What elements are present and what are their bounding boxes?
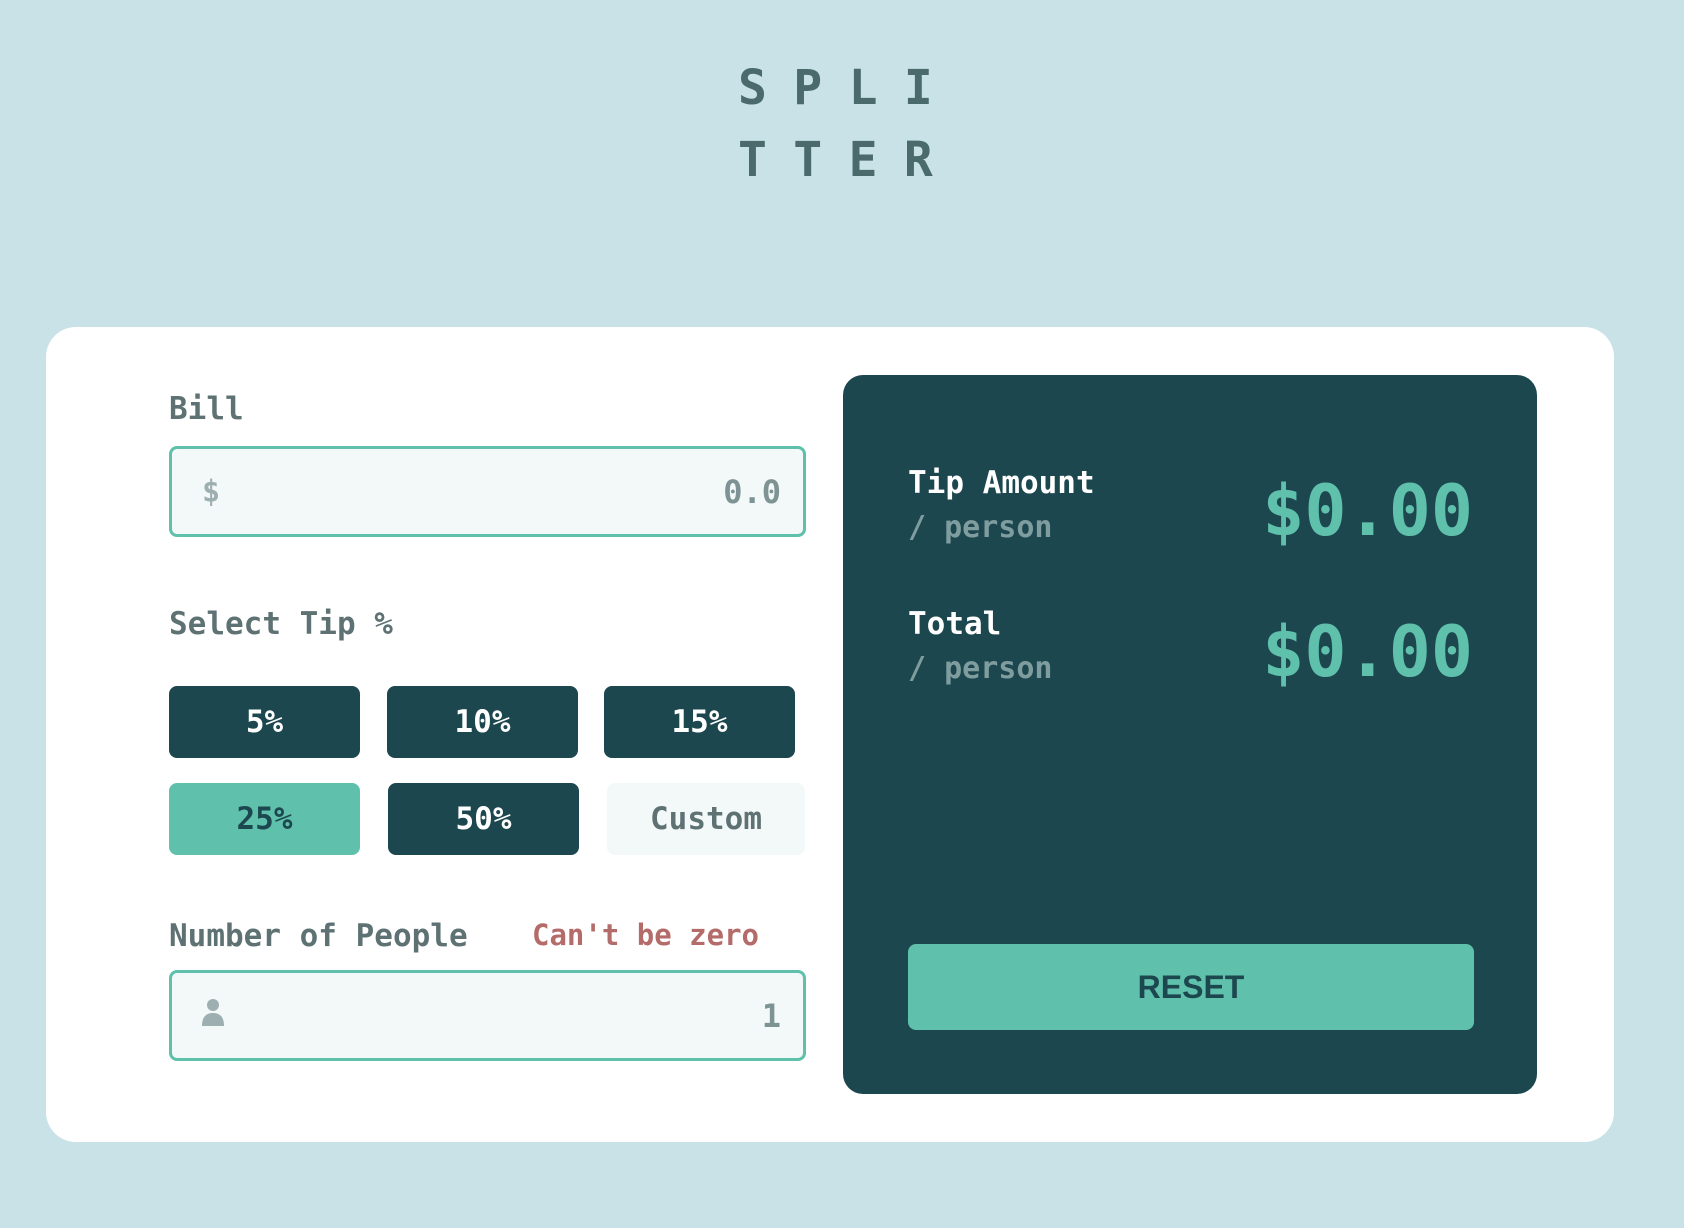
app-logo: SPLI TTER: [738, 52, 938, 196]
bill-label: Bill: [169, 391, 244, 427]
tip-button-25[interactable]: 25%: [169, 783, 360, 855]
reset-button[interactable]: RESET: [908, 944, 1474, 1030]
people-label: Number of People: [169, 918, 468, 954]
dollar-icon: $: [202, 474, 221, 509]
calculator-card: Bill $ 0.0 Select Tip % 5% 10% 15% 25% 5…: [46, 327, 1614, 1142]
results-panel: Tip Amount / person $0.00 Total / person…: [843, 375, 1537, 1094]
bill-input[interactable]: $ 0.0: [169, 446, 806, 537]
total-value: $0.00: [1262, 611, 1473, 693]
total-label: Total: [908, 606, 1002, 642]
tip-button-50[interactable]: 50%: [388, 783, 579, 855]
tip-amount-label: Tip Amount: [908, 465, 1095, 501]
select-tip-label: Select Tip %: [169, 606, 393, 642]
total-sub: / person: [908, 651, 1053, 686]
custom-tip-input[interactable]: Custom: [607, 783, 805, 855]
logo-line-2: TTER: [738, 132, 960, 188]
person-icon: [202, 998, 224, 1034]
people-input[interactable]: 1: [169, 970, 806, 1061]
tip-amount-value: $0.00: [1262, 470, 1473, 552]
tip-button-5[interactable]: 5%: [169, 686, 360, 758]
bill-value[interactable]: 0.0: [723, 473, 781, 511]
people-error: Can't be zero: [532, 918, 759, 952]
tip-amount-sub: / person: [908, 510, 1053, 545]
people-value[interactable]: 1: [762, 997, 781, 1035]
tip-button-15[interactable]: 15%: [604, 686, 795, 758]
logo-line-1: SPLI: [738, 60, 960, 116]
tip-button-10[interactable]: 10%: [387, 686, 578, 758]
